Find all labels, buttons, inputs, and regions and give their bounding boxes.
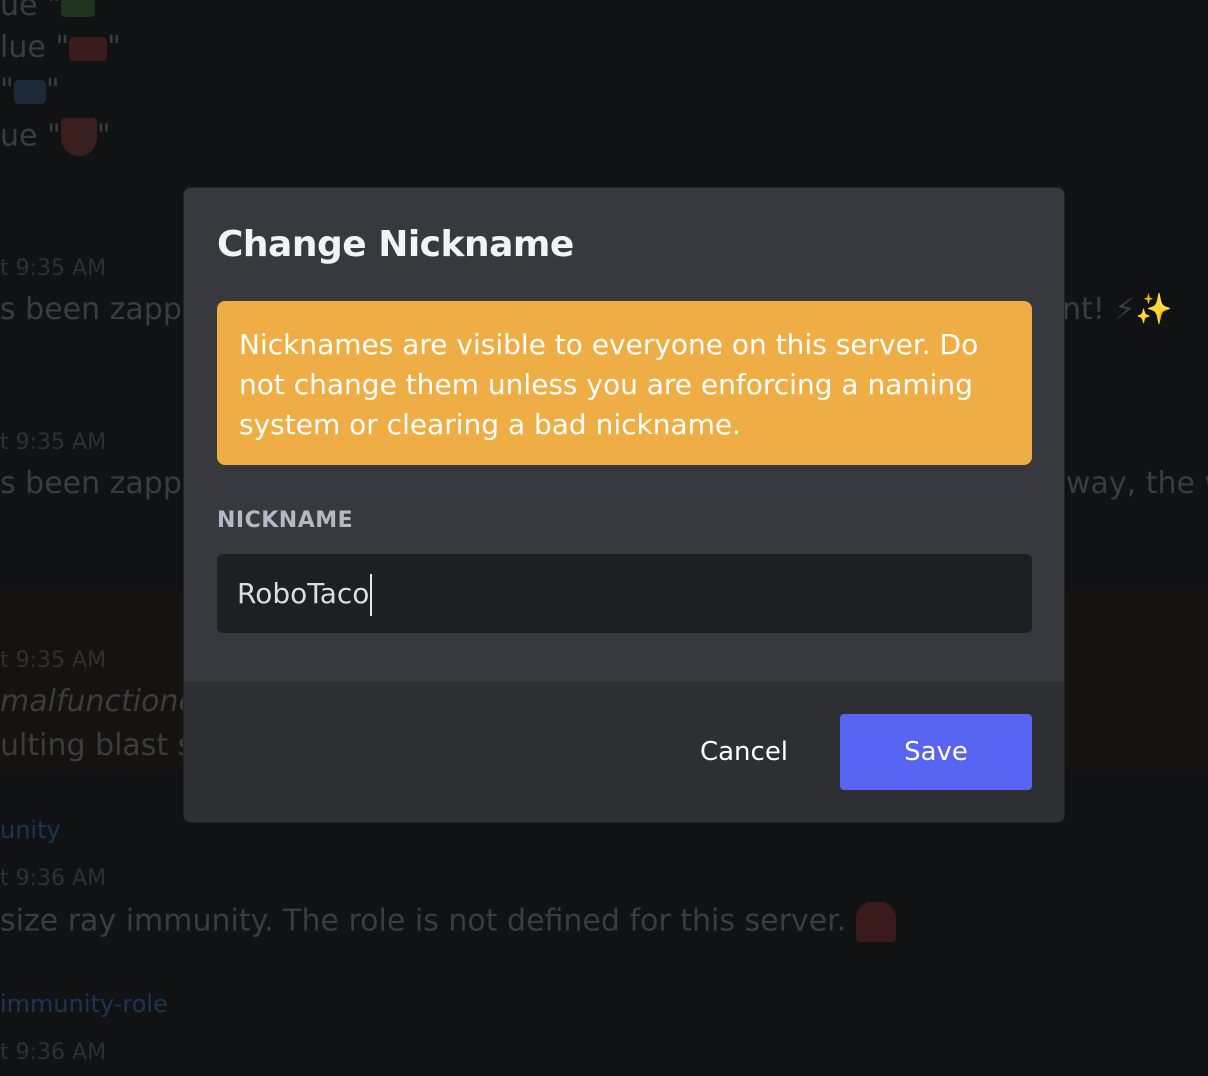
- bg-line-1: ue ": [0, 0, 95, 24]
- cancel-button[interactable]: Cancel: [674, 714, 814, 790]
- shield-icon: [60, 118, 97, 156]
- save-button[interactable]: Save: [840, 714, 1032, 790]
- message-timestamp: t 9:36 AM: [0, 1040, 107, 1065]
- message-timestamp: t 9:35 AM: [0, 256, 107, 281]
- blue-ray-gun-icon: [13, 79, 46, 104]
- message-text: ulting blast sh: [0, 728, 213, 763]
- bg-line-4: ue " ": [0, 118, 111, 156]
- text-cursor: [370, 574, 372, 616]
- bg-line-2: lue " ": [0, 30, 121, 65]
- change-nickname-modal: Change Nickname Nicknames are visible to…: [183, 187, 1065, 823]
- modal-title: Change Nickname: [217, 224, 574, 265]
- nickname-label: NICKNAME: [217, 508, 354, 533]
- message-timestamp: t 9:36 AM: [0, 866, 107, 891]
- water-gun-icon: [60, 0, 95, 17]
- modal-footer: Cancel Save: [184, 682, 1064, 822]
- message-text: way, the wa: [1066, 466, 1208, 501]
- warning-notice: Nicknames are visible to everyone on thi…: [217, 301, 1032, 465]
- siren-icon: [855, 902, 896, 942]
- bg-line-3: " ": [0, 73, 60, 108]
- message-timestamp: t 9:35 AM: [0, 648, 107, 673]
- role-mention-link[interactable]: unity: [0, 816, 61, 844]
- nickname-input[interactable]: [217, 554, 1032, 633]
- message-timestamp: t 9:35 AM: [0, 430, 107, 455]
- red-ray-gun-icon: [69, 36, 108, 61]
- message-text: nt! ⚡✨: [1062, 292, 1173, 327]
- message-text: malfunctionec: [0, 684, 214, 719]
- message-text: size ray immunity. The role is not defin…: [0, 902, 896, 942]
- role-mention-link[interactable]: immunity-role: [0, 990, 168, 1018]
